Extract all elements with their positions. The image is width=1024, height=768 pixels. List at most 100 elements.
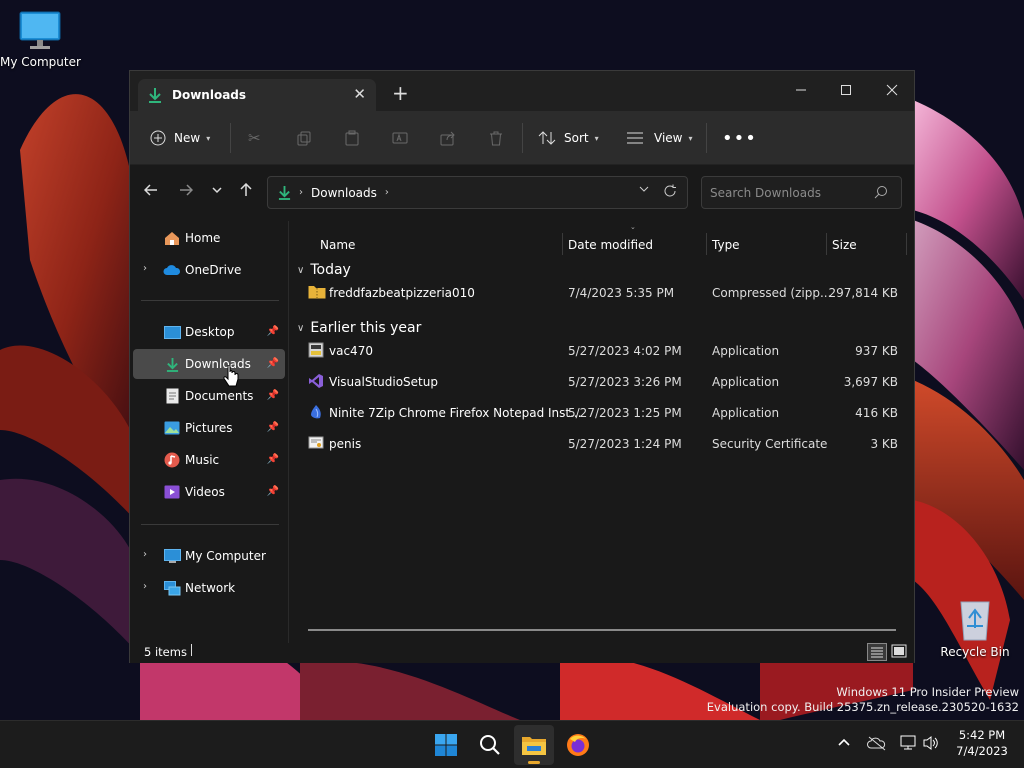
breadcrumb-chevron-icon[interactable]: › [385, 187, 389, 198]
desktop-icon-my-computer[interactable]: My Computer [0, 10, 81, 69]
table-row[interactable]: VisualStudioSetup 5/27/2023 3:26 PM Appl… [290, 367, 914, 397]
network-icon [163, 580, 181, 596]
delete-button[interactable] [488, 127, 504, 149]
zip-folder-icon [308, 286, 326, 299]
new-button[interactable]: New ▾ [150, 127, 210, 149]
file-name: vac470 [329, 344, 373, 358]
address-bar[interactable]: › Downloads › [267, 176, 688, 209]
chevron-right-icon[interactable]: › [143, 549, 147, 560]
chevron-right-icon[interactable]: › [143, 581, 147, 592]
sidebar-item-downloads[interactable]: Downloads 📌 [133, 349, 285, 379]
refresh-icon[interactable] [663, 184, 677, 202]
minimize-button[interactable] [778, 75, 824, 105]
view-button-label: View [654, 131, 683, 145]
maximize-button[interactable] [823, 75, 869, 105]
pin-icon[interactable]: 📌 [267, 486, 279, 497]
start-button[interactable] [426, 725, 466, 765]
table-row[interactable]: vac470 5/27/2023 4:02 PM Application 937… [290, 336, 914, 366]
sidebar-item-pictures[interactable]: Pictures 📌 [133, 413, 285, 443]
column-header-name[interactable]: Name [320, 233, 355, 257]
more-options-icon[interactable]: ••• [722, 127, 757, 149]
sidebar-item-my-computer[interactable]: › My Computer [133, 541, 285, 571]
sidebar-item-music[interactable]: Music 📌 [133, 445, 285, 475]
show-hidden-icons[interactable] [837, 735, 851, 752]
file-date: 7/4/2023 5:35 PM [568, 286, 675, 300]
volume-icon[interactable] [922, 735, 940, 754]
rename-button[interactable] [392, 127, 408, 149]
sidebar-item-network[interactable]: › Network [133, 573, 285, 603]
table-row[interactable]: penis 5/27/2023 1:24 PM Security Certifi… [290, 429, 914, 459]
command-bar: New ▾ ✂ Sort ▾ View ▾ ••• [130, 111, 914, 165]
taskbar-firefox[interactable] [558, 725, 598, 765]
share-button[interactable] [440, 127, 456, 149]
recent-locations-icon[interactable] [211, 183, 223, 201]
ninite-icon [311, 405, 321, 419]
file-type: Security Certificate [712, 437, 828, 451]
large-icons-view-button[interactable] [890, 643, 908, 661]
close-window-button[interactable] [869, 75, 915, 105]
desktop-icon-recycle-bin[interactable]: Recycle Bin [935, 596, 1015, 659]
pin-icon[interactable]: 📌 [267, 358, 279, 369]
network-icon[interactable] [899, 735, 917, 754]
view-button[interactable]: View ▾ [626, 127, 693, 149]
tiles-view-icon [891, 644, 907, 658]
sort-button[interactable]: Sort ▾ [538, 127, 599, 149]
sidebar-item-videos[interactable]: Videos 📌 [133, 477, 285, 507]
pin-icon[interactable]: 📌 [267, 390, 279, 401]
breadcrumb-downloads[interactable]: Downloads [311, 186, 377, 200]
table-row[interactable]: freddfazbeatpizzeria010 7/4/2023 5:35 PM… [290, 278, 914, 308]
search-icon [480, 735, 500, 755]
firefox-icon [567, 734, 589, 756]
chevron-down-icon: ▾ [688, 133, 693, 143]
title-bar[interactable]: Downloads ✕ + [130, 71, 914, 111]
column-header-date-modified[interactable]: Date modified [568, 233, 653, 257]
maximize-icon [841, 85, 851, 95]
sidebar-item-documents[interactable]: Documents 📌 [133, 381, 285, 411]
paste-button[interactable] [344, 127, 360, 149]
group-header-today[interactable]: ∨ Today [297, 262, 351, 278]
breadcrumb-chevron-icon[interactable]: › [299, 187, 303, 198]
horizontal-scrollbar[interactable] [308, 629, 896, 631]
system-clock[interactable]: 5:42 PM 7/4/2023 [952, 727, 1012, 759]
details-view-button[interactable] [867, 643, 887, 661]
onedrive-offline-icon[interactable] [867, 735, 887, 754]
search-input[interactable] [701, 176, 902, 209]
new-tab-icon[interactable]: + [392, 81, 409, 105]
sidebar-item-onedrive[interactable]: › OneDrive [133, 255, 285, 285]
file-type: Application [712, 375, 780, 389]
chevron-right-icon[interactable]: › [143, 263, 147, 274]
sidebar-item-desktop[interactable]: Desktop 📌 [133, 317, 285, 347]
taskbar-search-button[interactable] [470, 725, 510, 765]
address-row: › Downloads › [130, 165, 914, 221]
pin-icon[interactable]: 📌 [267, 326, 279, 337]
back-arrow-icon[interactable] [143, 183, 158, 201]
document-icon [163, 388, 181, 404]
address-history-dropdown-icon[interactable] [639, 185, 649, 196]
copy-button[interactable] [296, 127, 312, 149]
pin-icon[interactable]: 📌 [267, 422, 279, 433]
search-icon[interactable] [874, 185, 888, 202]
group-header-earlier-this-year[interactable]: ∨ Earlier this year [297, 320, 421, 336]
column-header-type[interactable]: Type [712, 233, 740, 257]
file-size: 297,814 KB [828, 286, 898, 300]
cut-button[interactable]: ✂ [248, 127, 261, 149]
desktop-icon-label: Recycle Bin [940, 645, 1010, 659]
download-icon [149, 88, 161, 103]
sidebar-item-home[interactable]: Home [133, 223, 285, 253]
copy-icon [297, 131, 311, 146]
forward-arrow-icon[interactable] [179, 183, 194, 201]
taskbar-file-explorer[interactable] [514, 725, 554, 765]
chevron-down-icon[interactable]: ∨ [297, 323, 304, 334]
up-arrow-icon[interactable] [239, 182, 253, 201]
tab-downloads[interactable]: Downloads ✕ [138, 79, 376, 111]
column-header-size[interactable]: Size [832, 233, 857, 257]
monitor-icon [19, 11, 61, 49]
chevron-down-icon: ▾ [594, 133, 599, 143]
table-row[interactable]: Ninite 7Zip Chrome Firefox Notepad Inst.… [290, 398, 914, 428]
pin-icon[interactable]: 📌 [267, 454, 279, 465]
close-tab-icon[interactable]: ✕ [353, 85, 366, 103]
navigation-pane: Home › OneDrive Desktop 📌 Downloads 📌 Do… [130, 221, 289, 643]
clock-date: 7/4/2023 [956, 744, 1008, 758]
file-date: 5/27/2023 1:25 PM [568, 406, 682, 420]
chevron-down-icon[interactable]: ∨ [297, 265, 304, 276]
